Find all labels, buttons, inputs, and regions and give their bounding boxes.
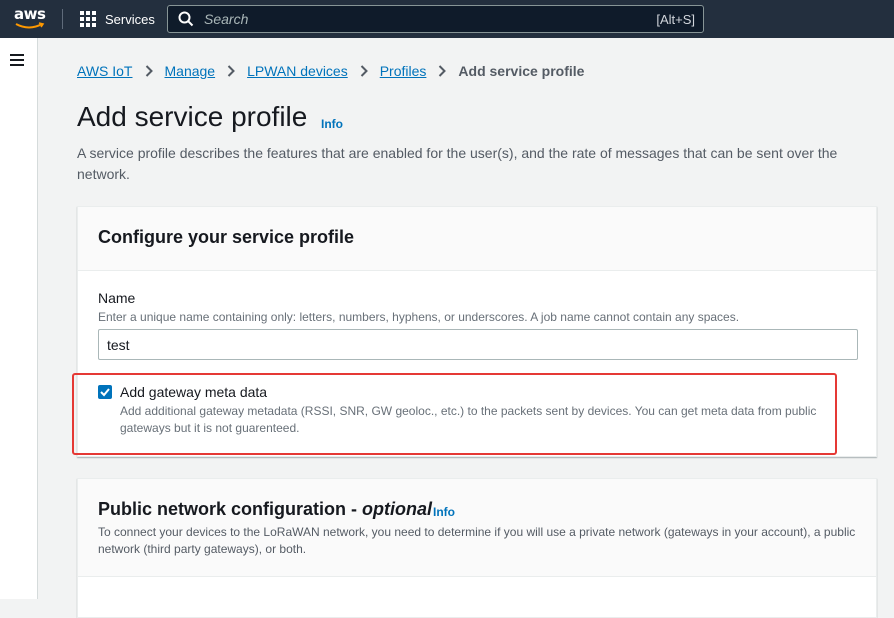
top-navigation-bar: aws Services [Alt+S] xyxy=(0,0,894,38)
chevron-right-icon xyxy=(360,65,368,77)
search-icon xyxy=(178,11,194,27)
breadcrumb-manage[interactable]: Manage xyxy=(165,63,216,79)
panel-header: Configure your service profile xyxy=(78,207,876,271)
name-label: Name xyxy=(98,290,136,306)
gateway-meta-data-description: Add additional gateway metadata (RSSI, S… xyxy=(120,404,817,435)
services-menu-button[interactable]: Services xyxy=(80,10,155,28)
breadcrumb-aws-iot[interactable]: AWS IoT xyxy=(77,63,133,79)
gateway-meta-data-label[interactable]: Add gateway meta data xyxy=(120,384,267,400)
panel-title: Public network configuration - optional xyxy=(98,499,432,520)
services-label: Services xyxy=(105,11,155,27)
info-link[interactable]: Info xyxy=(433,505,455,519)
panel-header: Public network configuration - optional … xyxy=(78,479,876,577)
public-network-configuration-panel: Public network configuration - optional … xyxy=(77,478,877,618)
breadcrumb-profiles[interactable]: Profiles xyxy=(380,63,427,79)
chevron-right-icon xyxy=(227,65,236,77)
info-link[interactable]: Info xyxy=(321,117,343,131)
breadcrumb: AWS IoT Manage LPWAN devices Profiles Ad… xyxy=(77,61,584,81)
search-input[interactable] xyxy=(204,11,624,27)
panel-title-text: Public network configuration - xyxy=(98,499,363,519)
name-help-text: Enter a unique name containing only: let… xyxy=(98,310,740,324)
panel-description: To connect your devices to the LoRaWAN n… xyxy=(98,525,856,556)
chevron-right-icon xyxy=(145,65,153,77)
header-divider xyxy=(62,9,63,29)
grid-icon xyxy=(80,10,97,28)
configure-service-profile-panel: Configure your service profile Name Ente… xyxy=(72,206,877,457)
checkmark-icon xyxy=(100,388,110,397)
aws-logo[interactable]: aws xyxy=(14,5,48,31)
aws-smile-icon xyxy=(15,22,45,29)
side-navigation xyxy=(0,38,38,599)
panel-title: Configure your service profile xyxy=(98,227,355,247)
aws-logo-text: aws xyxy=(14,5,46,23)
search-bar[interactable]: [Alt+S] xyxy=(167,5,704,33)
breadcrumb-current: Add service profile xyxy=(458,63,585,79)
gateway-meta-data-checkbox[interactable] xyxy=(98,385,112,399)
menu-icon[interactable] xyxy=(10,54,24,66)
search-shortcut-hint: [Alt+S] xyxy=(656,12,695,27)
chevron-right-icon xyxy=(439,65,447,77)
page-description: A service profile describes the features… xyxy=(77,145,838,182)
name-field[interactable] xyxy=(98,329,858,360)
breadcrumb-lpwan-devices[interactable]: LPWAN devices xyxy=(247,63,348,79)
panel-title-optional: optional xyxy=(362,499,433,519)
page-title: Add service profile xyxy=(77,101,308,132)
